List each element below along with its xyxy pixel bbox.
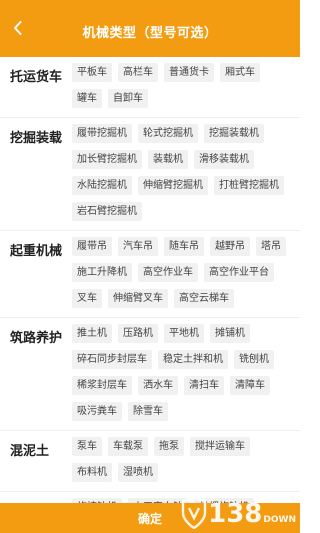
type-tag[interactable]: 滑移装载机 xyxy=(194,150,254,169)
watermark-logo: 138 DOWN xyxy=(180,497,296,529)
type-tag[interactable]: 普通货卡 xyxy=(164,63,214,82)
category-section: 挖掘装载 履带挖掘机 轮式挖掘机 挖掘装载机加长臂挖掘机 装载机 滑移装载机水陆挖掘机 伸缩… xyxy=(0,118,300,231)
category-section: 筑路养护 推土机 压路机 平地机 摊铺机碎石同步封层车 稳定土拌和机 铣刨机稀浆封层车 洒水车… xyxy=(0,318,300,431)
watermark-number: 138 xyxy=(208,499,263,529)
category-title: 混泥土 xyxy=(10,444,50,459)
type-tag[interactable]: 车载泵 xyxy=(108,437,148,456)
type-tag[interactable]: 挖掘装载机 xyxy=(204,124,264,143)
type-tag[interactable]: 轮式挖掘机 xyxy=(138,124,198,143)
type-tag[interactable]: 汽车吊 xyxy=(118,237,158,256)
type-tag[interactable]: 高栏车 xyxy=(118,63,158,82)
type-tag[interactable]: 推土机 xyxy=(72,324,112,343)
type-tag[interactable]: 泵车 xyxy=(72,437,102,456)
type-tag[interactable]: 平地机 xyxy=(164,324,204,343)
type-tag[interactable]: 除雪车 xyxy=(128,402,168,421)
type-tag-group: 泵车 车载泵 拖泵 搅拌运输车布料机 湿喷机 xyxy=(72,437,300,489)
type-tag[interactable]: 越野吊 xyxy=(210,237,250,256)
type-tag[interactable]: 履带吊 xyxy=(72,237,112,256)
type-tag[interactable]: 履带挖掘机 xyxy=(72,124,132,143)
confirm-bar[interactable]: 确定 138 DOWN xyxy=(0,497,300,533)
type-tag[interactable]: 碎石同步封层车 xyxy=(72,350,152,369)
type-tag[interactable]: 伸缩臂叉车 xyxy=(108,289,168,308)
type-tag[interactable]: 叉车 xyxy=(72,289,102,308)
type-tag[interactable]: 水陆挖掘机 xyxy=(72,176,132,195)
type-tag[interactable]: 随车吊 xyxy=(164,237,204,256)
type-tag[interactable]: 摊铺机 xyxy=(210,324,250,343)
type-tag[interactable]: 高空云梯车 xyxy=(174,289,234,308)
type-tag[interactable]: 高空作业车 xyxy=(138,263,198,282)
header-bar: 机械类型（型号可选） xyxy=(0,0,300,57)
category-section: 混泥土 泵车 车载泵 拖泵 搅拌运输车布料机 湿喷机 xyxy=(0,431,300,492)
type-tag[interactable]: 平板车 xyxy=(72,63,112,82)
type-tag[interactable]: 湿喷机 xyxy=(118,463,158,482)
type-tag[interactable]: 拖泵 xyxy=(154,437,184,456)
type-tag-group: 平板车 高栏车 普通货卡 厢式车罐车 自卸车 xyxy=(72,63,300,115)
category-section: 托运货车 平板车 高栏车 普通货卡 厢式车罐车 自卸车 xyxy=(0,57,300,118)
type-tag[interactable]: 搅拌运输车 xyxy=(190,437,250,456)
type-tag-group: 履带吊 汽车吊 随车吊 越野吊 塔吊施工升降机 高空作业车 高空作业平台叉车 伸缩臂叉车 高空云… xyxy=(72,237,300,315)
type-tag[interactable]: 装载机 xyxy=(148,150,188,169)
type-tag[interactable]: 自卸车 xyxy=(108,89,148,108)
type-tag[interactable]: 铣刨机 xyxy=(234,350,274,369)
type-tag[interactable]: 稳定土拌和机 xyxy=(158,350,228,369)
type-tag[interactable]: 压路机 xyxy=(118,324,158,343)
page-title: 机械类型（型号可选） xyxy=(82,26,218,41)
type-tag[interactable]: 吸污粪车 xyxy=(72,402,122,421)
type-tag[interactable]: 清扫车 xyxy=(184,376,224,395)
type-tag[interactable]: 伸缩臂挖掘机 xyxy=(138,176,208,195)
category-title: 托运货车 xyxy=(10,70,63,85)
type-tag[interactable]: 布料机 xyxy=(72,463,112,482)
category-title: 起重机械 xyxy=(10,244,63,259)
category-title: 挖掘装载 xyxy=(10,131,63,146)
type-tag[interactable]: 清障车 xyxy=(230,376,270,395)
watermark-text: DOWN xyxy=(263,515,296,525)
type-tag[interactable]: 岩石臂挖掘机 xyxy=(72,202,142,221)
type-tag[interactable]: 施工升降机 xyxy=(72,263,132,282)
watermark-emblem-icon xyxy=(181,497,207,529)
machine-type-list[interactable]: 托运货车 平板车 高栏车 普通货卡 厢式车罐车 自卸车挖掘装载 履带挖掘机 轮式挖掘机 挖掘装载… xyxy=(0,57,300,503)
type-tag-group: 推土机 压路机 平地机 摊铺机碎石同步封层车 稳定土拌和机 铣刨机稀浆封层车 洒水车 清扫车清… xyxy=(72,324,300,428)
type-tag[interactable]: 高空作业平台 xyxy=(204,263,274,282)
type-tag[interactable]: 厢式车 xyxy=(220,63,260,82)
type-tag[interactable]: 加长臂挖掘机 xyxy=(72,150,142,169)
category-section: 起重机械 履带吊 汽车吊 随车吊 越野吊 塔吊施工升降机 高空作业车 高空作业平台叉车 伸缩臂叉… xyxy=(0,231,300,318)
type-tag[interactable]: 塔吊 xyxy=(256,237,286,256)
type-tag[interactable]: 罐车 xyxy=(72,89,102,108)
type-tag[interactable]: 稀浆封层车 xyxy=(72,376,132,395)
category-title: 筑路养护 xyxy=(10,331,63,346)
type-tag-group: 履带挖掘机 轮式挖掘机 挖掘装载机加长臂挖掘机 装载机 滑移装载机水陆挖掘机 伸缩臂挖掘机… xyxy=(72,124,300,228)
type-tag[interactable]: 打桩臂挖掘机 xyxy=(214,176,284,195)
type-tag[interactable]: 洒水车 xyxy=(138,376,178,395)
